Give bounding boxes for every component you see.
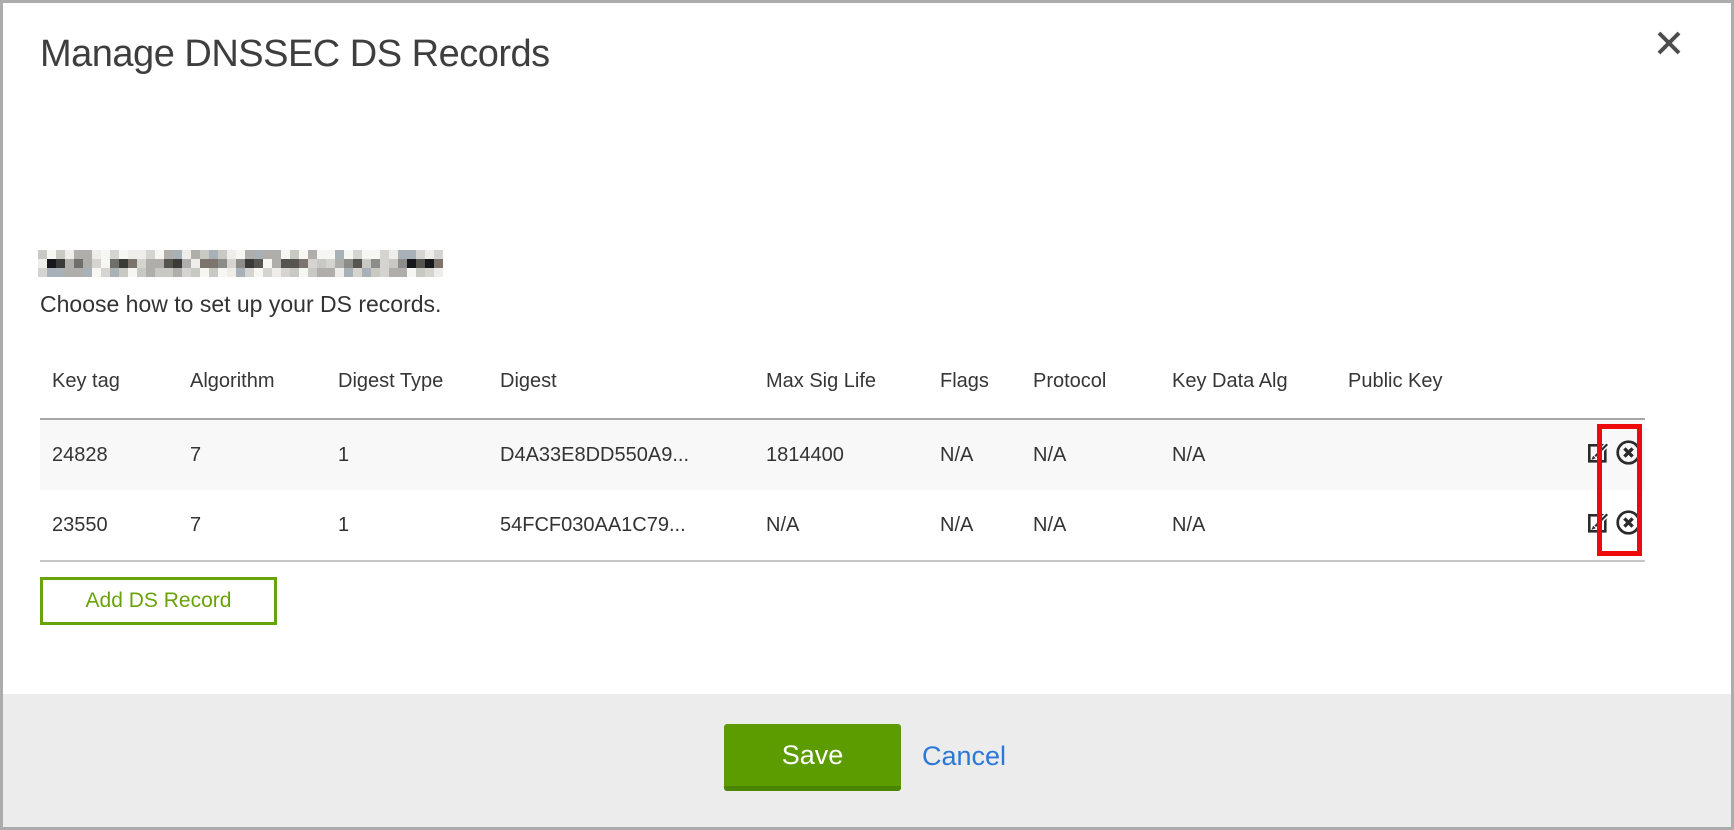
delete-record-button[interactable] [1615,509,1642,542]
cell-max-sig-life: N/A [766,514,940,537]
cell-flags: N/A [940,514,1033,537]
edit-record-button[interactable] [1586,439,1612,471]
cell-protocol: N/A [1033,514,1172,537]
cell-key-tag: 24828 [40,444,190,467]
col-header-algorithm: Algorithm [190,370,338,418]
col-header-max-sig-life: Max Sig Life [766,370,940,418]
modal-footer: Save Cancel [3,694,1731,827]
table-header-row: Key tag Algorithm Digest Type Digest Max… [40,366,1645,418]
col-header-flags: Flags [940,370,1033,418]
modal-title: Manage DNSSEC DS Records [40,33,550,76]
cancel-link[interactable]: Cancel [922,724,1006,791]
table-row: 24828 7 1 D4A33E8DD550A9... 1814400 N/A … [40,420,1645,490]
instruction-text: Choose how to set up your DS records. [40,291,441,318]
edit-pencil-icon [1586,439,1612,471]
ds-records-table: Key tag Algorithm Digest Type Digest Max… [40,366,1645,562]
cell-key-data-alg: N/A [1172,514,1348,537]
edit-pencil-icon [1586,509,1612,541]
col-header-public-key: Public Key [1348,370,1569,418]
cell-digest-type: 1 [338,514,500,537]
cell-key-tag: 23550 [40,514,190,537]
col-header-key-tag: Key tag [40,370,190,418]
edit-record-button[interactable] [1586,509,1612,541]
redacted-domain-name [38,250,443,277]
delete-record-button[interactable] [1615,439,1642,472]
circle-x-delete-icon [1615,509,1642,542]
close-icon [1652,26,1686,65]
col-header-digest-type: Digest Type [338,370,500,418]
col-header-digest: Digest [500,370,766,418]
table-row: 23550 7 1 54FCF030AA1C79... N/A N/A N/A … [40,490,1645,560]
cell-key-data-alg: N/A [1172,444,1348,467]
cell-algorithm: 7 [190,444,338,467]
cell-digest: 54FCF030AA1C79... [500,514,766,537]
cell-digest-type: 1 [338,444,500,467]
cell-max-sig-life: 1814400 [766,444,940,467]
manage-dnssec-modal: Manage DNSSEC DS Records Choose how to s… [0,0,1734,830]
add-ds-record-button[interactable]: Add DS Record [40,577,277,625]
col-header-key-data-alg: Key Data Alg [1172,370,1348,418]
cell-algorithm: 7 [190,514,338,537]
col-header-protocol: Protocol [1033,370,1172,418]
cell-digest: D4A33E8DD550A9... [500,444,766,467]
close-button[interactable] [1649,25,1689,65]
save-button[interactable]: Save [724,724,901,791]
circle-x-delete-icon [1615,439,1642,472]
cell-flags: N/A [940,444,1033,467]
cell-protocol: N/A [1033,444,1172,467]
